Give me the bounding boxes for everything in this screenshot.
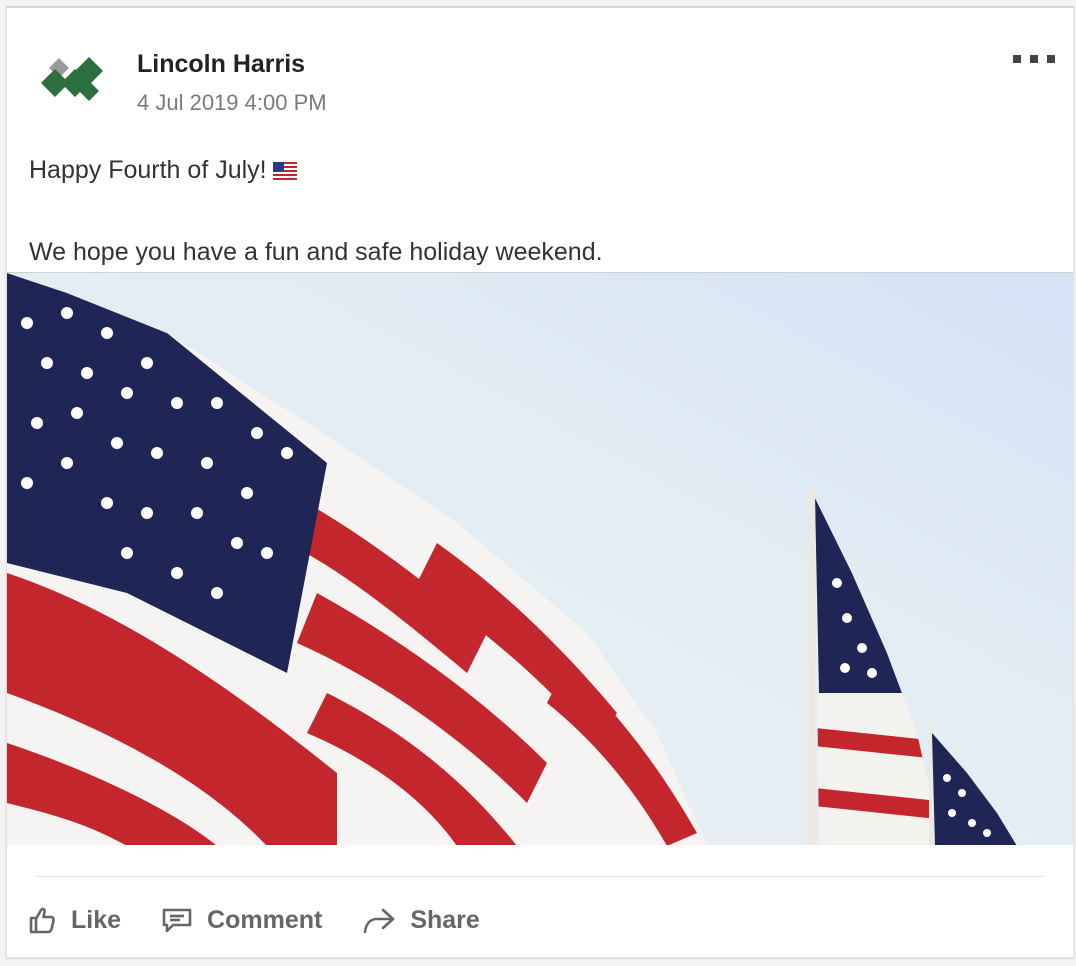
post-line-2: We hope you have a fun and safe holiday … bbox=[29, 238, 603, 266]
post-actions: Like Comment Share bbox=[27, 896, 480, 944]
post-greeting: Happy Fourth of July! bbox=[29, 156, 267, 184]
share-button[interactable]: Share bbox=[362, 905, 480, 935]
more-options-icon[interactable] bbox=[1013, 52, 1055, 66]
post-image[interactable] bbox=[7, 272, 1073, 845]
author-name[interactable]: Lincoln Harris bbox=[137, 50, 305, 79]
like-label: Like bbox=[71, 905, 122, 934]
actions-divider bbox=[37, 876, 1043, 877]
comment-label: Comment bbox=[207, 905, 323, 934]
post-body: Happy Fourth of July! We hope you have a… bbox=[29, 154, 603, 268]
post-header: Lincoln Harris 4 Jul 2019 4:00 PM bbox=[7, 8, 1073, 138]
thumbs-up-icon bbox=[27, 905, 57, 935]
company-logo-icon[interactable] bbox=[37, 54, 109, 108]
share-arrow-icon bbox=[362, 905, 396, 935]
like-button[interactable]: Like bbox=[27, 905, 121, 935]
post-timestamp: 4 Jul 2019 4:00 PM bbox=[137, 90, 327, 115]
post-line-1: Happy Fourth of July! bbox=[29, 154, 603, 188]
us-flag-emoji bbox=[272, 156, 297, 188]
share-label: Share bbox=[410, 905, 480, 934]
comment-button[interactable]: Comment bbox=[161, 905, 322, 935]
post-card: Lincoln Harris 4 Jul 2019 4:00 PM Happy … bbox=[6, 6, 1074, 958]
comment-icon bbox=[161, 905, 193, 935]
